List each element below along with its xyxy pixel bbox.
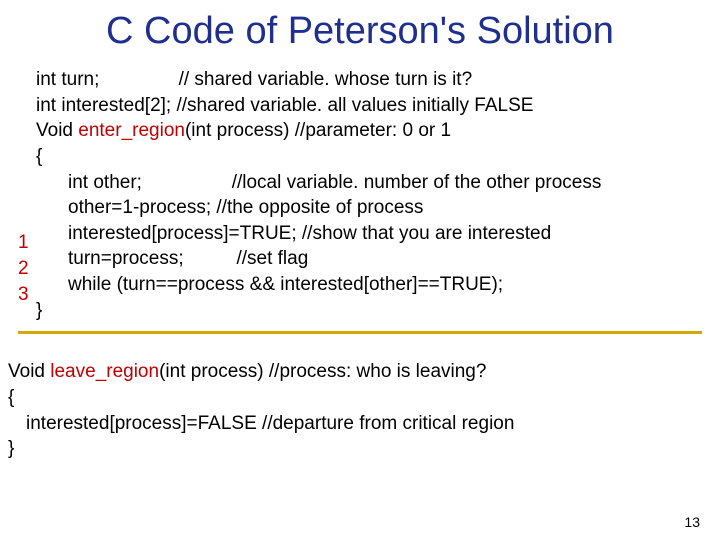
code-text: int other; [68,172,142,193]
leave-region-code: Void leave_region(int process) //process… [8,359,702,462]
code-text: int interested[2]; //shared variable. al… [36,95,533,116]
enter-region-code: 1 2 3 int turn; // shared variable. whos… [18,67,702,323]
code-line: int other; //local variable. number of t… [18,170,702,196]
code-text: interested[process]=FALSE //departure fr… [26,413,514,434]
code-line: Void leave_region(int process) //process… [8,359,702,385]
code-text: Void [36,120,78,141]
code-text: // shared variable. whose turn is it? [179,69,473,90]
code-line: turn=process; //set flag [18,246,702,272]
section-divider [18,331,702,334]
code-line: interested[process]=FALSE //departure fr… [8,411,702,437]
code-text: other=1-process; //the opposite of proce… [68,197,423,218]
code-text: Void [8,361,50,382]
code-line: } [18,298,702,324]
line-number-1: 1 [18,230,38,256]
code-text: while (turn==process && interested[other… [68,274,503,295]
code-line: while (turn==process && interested[other… [18,272,702,298]
code-text: { [36,146,42,167]
code-text: int turn; [36,69,99,90]
code-line: } [8,436,702,462]
code-line: Void enter_region(int process) //paramet… [18,118,702,144]
code-text: turn=process; [68,248,184,269]
code-text: //set flag [236,248,308,269]
function-name: leave_region [50,361,159,382]
code-line: int turn; // shared variable. whose turn… [18,67,702,93]
code-text: (int process) //parameter: 0 or 1 [185,120,451,141]
code-text: //local variable. number of the other pr… [232,172,602,193]
line-number-2: 2 [18,256,38,282]
slide-container: C Code of Peterson's Solution 1 2 3 int … [0,0,720,540]
code-text: interested[process]=TRUE; //show that yo… [68,223,551,244]
code-line: { [18,144,702,170]
code-line: int interested[2]; //shared variable. al… [18,93,702,119]
function-name: enter_region [78,120,185,141]
line-number-3: 3 [18,282,38,308]
code-text: (int process) //process: who is leaving? [159,361,486,382]
slide-title: C Code of Peterson's Solution [18,10,702,53]
code-line: interested[process]=TRUE; //show that yo… [18,221,702,247]
code-text: { [8,387,14,408]
code-line: { [8,385,702,411]
page-number: 13 [684,514,700,530]
code-text: } [8,438,14,459]
code-line: other=1-process; //the opposite of proce… [18,195,702,221]
